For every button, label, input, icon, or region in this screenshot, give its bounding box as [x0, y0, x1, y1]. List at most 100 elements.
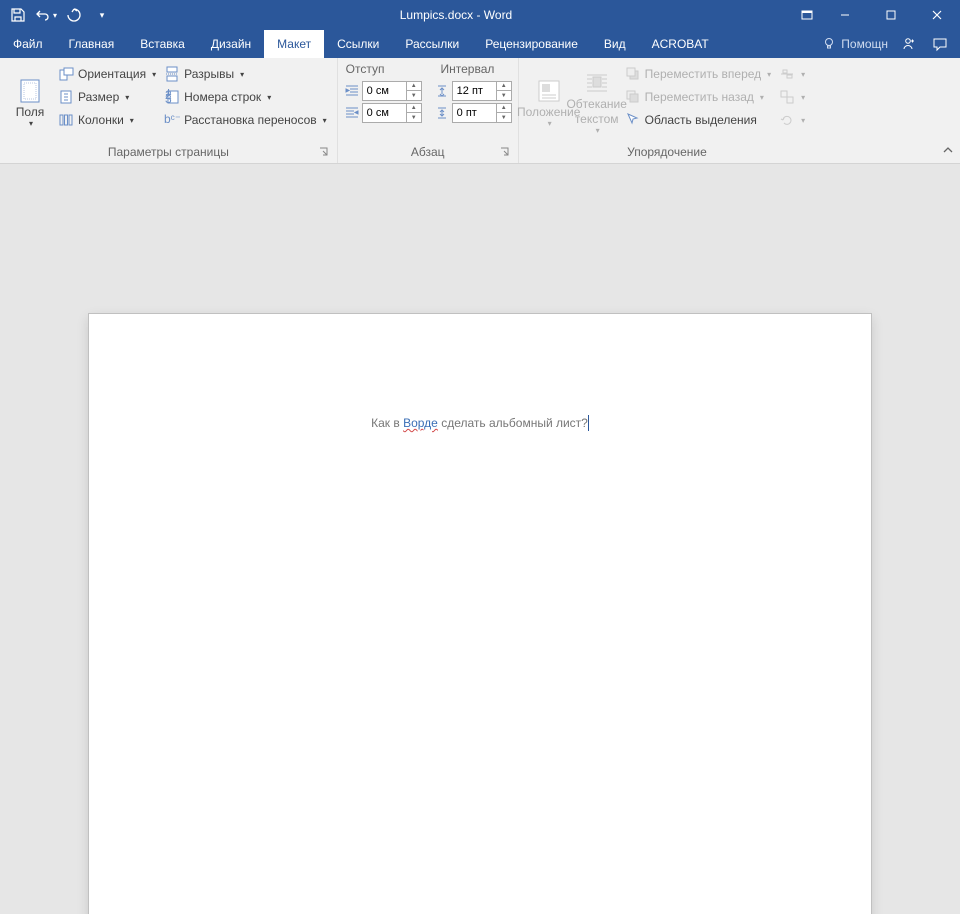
- tell-me-search[interactable]: Помощн: [821, 36, 888, 52]
- chevron-down-icon: ▾: [152, 70, 156, 79]
- space-after-icon: [434, 105, 450, 121]
- margins-button[interactable]: Поля ▾: [6, 62, 54, 143]
- bring-forward-icon: [625, 66, 641, 82]
- group-objects-button: ▾: [775, 87, 809, 107]
- redo-icon: [66, 7, 82, 23]
- hyphenation-button[interactable]: bᶜ⁻Расстановка переносов▾: [160, 110, 331, 130]
- indent-right-down[interactable]: ▼: [407, 113, 421, 122]
- title-bar: ▾ ▾ Lumpics.docx - Word: [0, 0, 960, 30]
- breaks-button[interactable]: Разрывы▾: [160, 64, 331, 84]
- indent-left-field[interactable]: 0 см▲▼: [362, 81, 422, 101]
- space-before-up[interactable]: ▲: [497, 82, 511, 91]
- position-icon: [533, 77, 565, 105]
- chevron-down-icon: ▾: [548, 119, 552, 129]
- tab-review[interactable]: Рецензирование: [472, 30, 591, 58]
- orientation-label: Ориентация: [78, 67, 146, 81]
- qat-customize-button[interactable]: ▾: [90, 3, 114, 27]
- close-button[interactable]: [914, 0, 960, 30]
- group-icon: [779, 89, 795, 105]
- text-cursor: [588, 415, 589, 431]
- wrap-text-button: Обтекание текстом▾: [573, 62, 621, 143]
- tab-view[interactable]: Вид: [591, 30, 639, 58]
- size-button[interactable]: Размер▾: [54, 87, 160, 107]
- text-run-3: сделать альбомный лист?: [438, 416, 588, 430]
- space-after-up[interactable]: ▲: [497, 104, 511, 113]
- save-button[interactable]: [6, 3, 30, 27]
- tab-design[interactable]: Дизайн: [198, 30, 264, 58]
- hyphenation-label: Расстановка переносов: [184, 113, 317, 127]
- selection-pane-button[interactable]: Область выделения: [621, 110, 776, 130]
- indent-left-down[interactable]: ▼: [407, 91, 421, 100]
- tab-insert[interactable]: Вставка: [127, 30, 198, 58]
- chevron-down-icon: ▾: [53, 11, 57, 20]
- ribbon-options-icon: [799, 7, 815, 23]
- chevron-down-icon: ▾: [801, 116, 805, 125]
- indent-heading: Отступ: [344, 62, 387, 80]
- collapse-ribbon-button[interactable]: [942, 144, 954, 159]
- ribbon-display-options-button[interactable]: [792, 0, 822, 30]
- group-paragraph: Отступ Интервал 0 см▲▼ 12 пт▲▼ 0 см▲▼ 0 …: [338, 58, 519, 163]
- bring-forward-label: Переместить вперед: [645, 67, 761, 81]
- space-after-down[interactable]: ▼: [497, 113, 511, 122]
- tab-references[interactable]: Ссылки: [324, 30, 392, 58]
- document-text[interactable]: Как в Ворде сделать альбомный лист?: [159, 414, 801, 431]
- group-page-setup-label: Параметры страницы: [108, 145, 229, 159]
- page-setup-launcher[interactable]: [317, 145, 331, 159]
- indent-right-field[interactable]: 0 см▲▼: [362, 103, 422, 123]
- text-run-2: Ворде: [403, 416, 438, 430]
- maximize-icon: [883, 7, 899, 23]
- line-numbers-button[interactable]: 123Номера строк▾: [160, 87, 331, 107]
- space-after-value: 0 пт: [453, 107, 496, 119]
- indent-right-value: 0 см: [363, 107, 406, 119]
- margins-icon: [14, 77, 46, 105]
- tab-file[interactable]: Файл: [0, 30, 56, 58]
- tab-layout[interactable]: Макет: [264, 30, 324, 58]
- space-after-field[interactable]: 0 пт▲▼: [452, 103, 512, 123]
- comments-button[interactable]: [928, 32, 952, 56]
- send-backward-label: Переместить назад: [645, 90, 754, 104]
- maximize-button[interactable]: [868, 0, 914, 30]
- columns-icon: [58, 112, 74, 128]
- chevron-down-icon: ▾: [267, 93, 271, 102]
- tab-acrobat[interactable]: ACROBAT: [639, 30, 722, 58]
- space-before-down[interactable]: ▼: [497, 91, 511, 100]
- chevron-down-icon: ▾: [760, 93, 764, 102]
- text-run-1: Как в: [371, 416, 403, 430]
- send-backward-icon: [625, 89, 641, 105]
- columns-label: Колонки: [78, 113, 124, 127]
- indent-right-up[interactable]: ▲: [407, 104, 421, 113]
- lightbulb-icon: [821, 36, 837, 52]
- tab-home[interactable]: Главная: [56, 30, 128, 58]
- tab-mailings[interactable]: Рассылки: [392, 30, 472, 58]
- minimize-button[interactable]: [822, 0, 868, 30]
- line-numbers-label: Номера строк: [184, 90, 261, 104]
- undo-button[interactable]: ▾: [34, 3, 58, 27]
- share-button[interactable]: [896, 32, 920, 56]
- page[interactable]: Как в Ворде сделать альбомный лист?: [89, 314, 871, 914]
- paragraph-launcher[interactable]: [498, 145, 512, 159]
- group-arrange-label: Упорядочение: [627, 145, 707, 159]
- chevron-down-icon: ▾: [240, 70, 244, 79]
- spacing-heading: Интервал: [439, 62, 497, 80]
- close-icon: [929, 7, 945, 23]
- share-icon: [900, 36, 916, 52]
- selection-pane-icon: [625, 112, 641, 128]
- space-before-field[interactable]: 12 пт▲▼: [452, 81, 512, 101]
- send-backward-button: Переместить назад ▾: [621, 87, 776, 107]
- indent-left-up[interactable]: ▲: [407, 82, 421, 91]
- rotate-icon: [779, 112, 795, 128]
- align-button: ▾: [775, 64, 809, 84]
- columns-button[interactable]: Колонки▾: [54, 110, 160, 130]
- orientation-button[interactable]: Ориентация ▾: [54, 64, 160, 84]
- group-arrange: Положение▾ Обтекание текстом▾ Переместит…: [519, 58, 816, 163]
- ribbon: Поля ▾ Ориентация▾ Размер▾ Колонки▾ Разр…: [0, 58, 960, 164]
- overflow-icon: ▾: [100, 10, 105, 21]
- wrap-text-icon: [581, 69, 613, 97]
- save-icon: [10, 7, 26, 23]
- document-area[interactable]: Как в Ворде сделать альбомный лист?: [0, 164, 960, 914]
- comments-icon: [932, 36, 948, 52]
- minimize-icon: [837, 7, 853, 23]
- tell-me-label: Помощн: [841, 37, 888, 51]
- ribbon-tabs: Файл Главная Вставка Дизайн Макет Ссылки…: [0, 30, 960, 58]
- redo-button[interactable]: [62, 3, 86, 27]
